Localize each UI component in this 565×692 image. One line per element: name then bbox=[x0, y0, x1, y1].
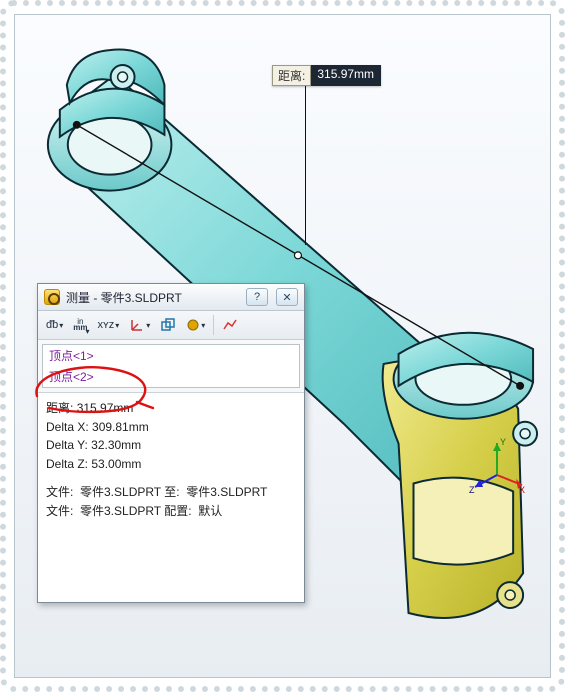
close-button[interactable]: ✕ bbox=[276, 288, 298, 306]
screenshot-stage: 距离: 315.97mm X Y Z 测量 - 零件3.SLDPRT ? bbox=[0, 0, 565, 692]
dialog-toolbar: ᵭᵬ▾ in mm ▾ xʏz▾ ▾ bbox=[38, 311, 304, 340]
selection-item[interactable]: 顶点<2> bbox=[43, 366, 299, 387]
callout-label: 距离: bbox=[272, 65, 311, 86]
arc-mode-button[interactable]: ᵭᵬ▾ bbox=[42, 314, 67, 336]
result-file-1: 文件: 零件3.SLDPRT 至: 零件3.SLDPRT bbox=[46, 483, 296, 502]
result-delta-y: Delta Y: 32.30mm bbox=[46, 436, 296, 455]
result-file-2: 文件: 零件3.SLDPRT 配置: 默认 bbox=[46, 502, 296, 521]
callout-value: 315.97mm bbox=[311, 65, 381, 86]
units-button[interactable]: in mm ▾ bbox=[69, 314, 91, 336]
graph-button[interactable] bbox=[218, 314, 242, 336]
graphics-viewport[interactable]: 距离: 315.97mm X Y Z 测量 - 零件3.SLDPRT ? bbox=[14, 14, 551, 678]
dimension-callout[interactable]: 距离: 315.97mm bbox=[272, 65, 381, 86]
dialog-title: 测量 - 零件3.SLDPRT bbox=[66, 289, 238, 306]
sphere-button[interactable]: ▾ bbox=[182, 314, 209, 336]
selection-item[interactable]: 顶点<1> bbox=[43, 345, 299, 366]
callout-leader bbox=[305, 85, 306, 245]
xyz-button[interactable]: xʏz▾ bbox=[94, 314, 124, 336]
result-delta-x: Delta X: 309.81mm bbox=[46, 418, 296, 437]
help-button[interactable]: ? bbox=[246, 288, 268, 306]
measure-icon bbox=[44, 289, 60, 305]
measure-dialog[interactable]: 测量 - 零件3.SLDPRT ? ✕ ᵭᵬ▾ in mm ▾ xʏz▾ bbox=[37, 283, 305, 603]
toolbar-separator bbox=[213, 315, 214, 335]
result-delta-z: Delta Z: 53.00mm bbox=[46, 455, 296, 474]
dialog-titlebar[interactable]: 测量 - 零件3.SLDPRT ? ✕ bbox=[38, 284, 304, 311]
results-panel: 距离: 315.97mm Delta X: 309.81mm Delta Y: … bbox=[38, 392, 304, 602]
result-distance: 距离: 315.97mm bbox=[46, 399, 296, 418]
csys-button[interactable]: ▾ bbox=[125, 314, 154, 336]
projection-button[interactable] bbox=[156, 314, 180, 336]
selection-list[interactable]: 顶点<1> 顶点<2> bbox=[42, 344, 300, 388]
